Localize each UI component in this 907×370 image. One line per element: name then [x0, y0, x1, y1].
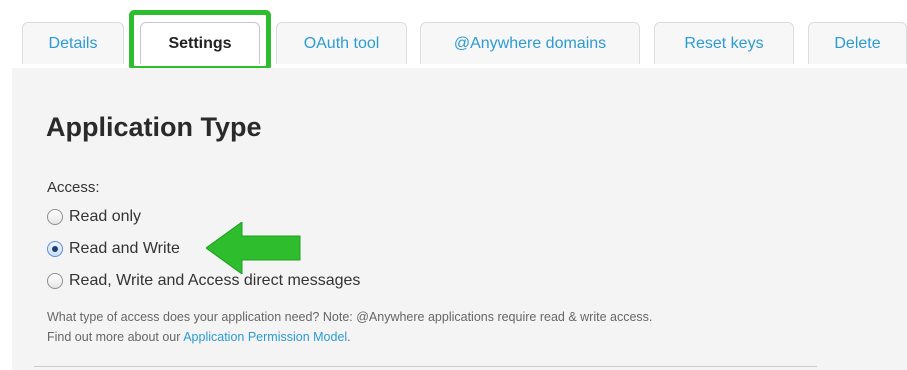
radio-read-write-dm[interactable]: Read, Write and Access direct messages: [47, 270, 360, 292]
divider: [34, 366, 817, 367]
radio-button[interactable]: [47, 273, 63, 289]
help-prefix: Find out more about our: [47, 330, 184, 344]
radio-button[interactable]: [47, 209, 63, 225]
tab-oauth-tool[interactable]: OAuth tool: [276, 22, 407, 64]
tab-settings[interactable]: Settings: [140, 22, 260, 64]
access-label: Access:: [47, 179, 100, 196]
radio-label: Read only: [69, 208, 142, 225]
help-line-2: Find out more about our Application Perm…: [47, 327, 652, 347]
radio-read-only[interactable]: Read only: [47, 206, 141, 228]
tab-details[interactable]: Details: [22, 22, 124, 64]
radio-label: Read, Write and Access direct messages: [69, 272, 361, 289]
tab-bar: Details Settings OAuth tool @Anywhere do…: [0, 0, 907, 70]
radio-read-and-write[interactable]: Read and Write: [47, 238, 180, 260]
tab-reset-keys[interactable]: Reset keys: [654, 22, 794, 64]
help-text: What type of access does your applicatio…: [47, 307, 652, 347]
green-arrow-icon: [206, 222, 301, 274]
help-suffix: .: [347, 330, 351, 344]
radio-button-checked[interactable]: [47, 241, 63, 257]
radio-label: Read and Write: [69, 240, 180, 257]
page-title: Application Type: [46, 112, 262, 142]
tab-anywhere-domains[interactable]: @Anywhere domains: [420, 22, 640, 64]
help-line-1: What type of access does your applicatio…: [47, 310, 653, 324]
settings-panel: Application Type Access: Read only Read …: [12, 68, 907, 370]
permission-model-link[interactable]: Application Permission Model: [183, 330, 347, 344]
tab-delete[interactable]: Delete: [808, 22, 907, 64]
